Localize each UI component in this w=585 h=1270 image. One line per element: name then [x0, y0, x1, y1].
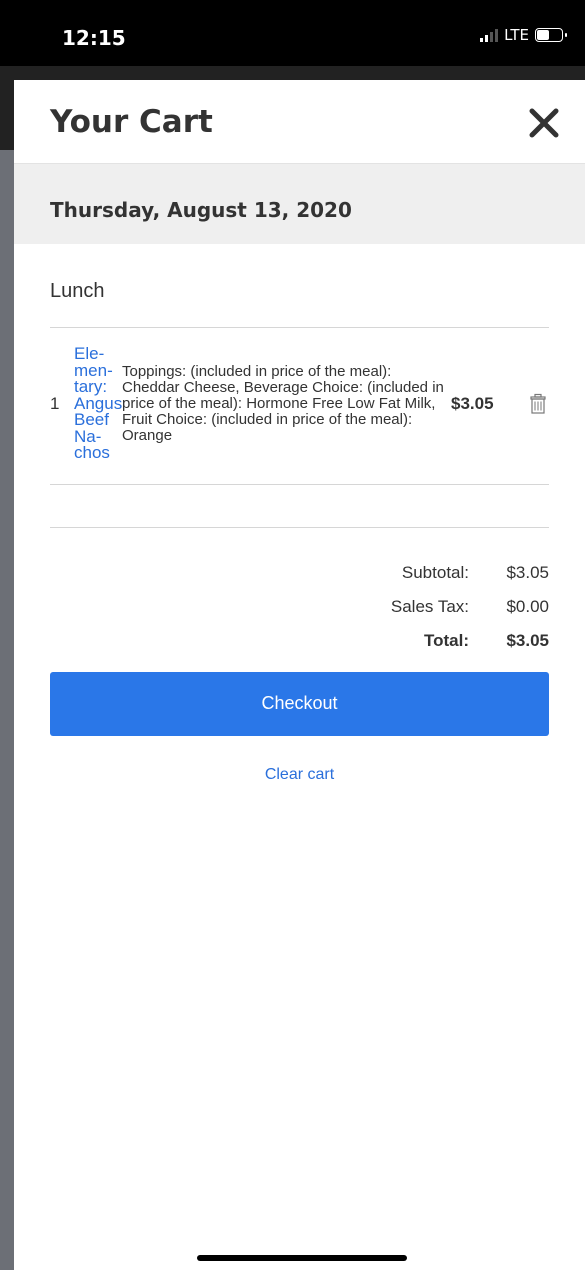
order-date: Thursday, August 13, 2020 [50, 198, 352, 222]
subtotal-value: $3.05 [506, 562, 549, 582]
status-indicators: LTE [480, 26, 567, 44]
total-value: $3.05 [506, 630, 549, 650]
cart-item: 1 Ele-men-tary: Angus Beef Na-chos Toppi… [50, 328, 549, 484]
trash-icon [530, 393, 546, 414]
item-quantity: 1 [50, 393, 60, 413]
close-icon [529, 108, 559, 138]
home-indicator[interactable] [197, 1255, 407, 1261]
date-bar: Thursday, August 13, 2020 [14, 164, 585, 244]
cart-modal: Your Cart Thursday, August 13, 2020 Lunc… [14, 80, 585, 1270]
tax-row: Sales Tax: $0.00 [50, 590, 549, 624]
clear-cart-link[interactable]: Clear cart [50, 766, 549, 784]
close-button[interactable] [527, 106, 561, 140]
modal-header: Your Cart [14, 80, 585, 164]
item-description: Toppings: (included in price of the meal… [122, 362, 444, 444]
delete-item-button[interactable] [527, 393, 549, 415]
cart-content: Lunch 1 Ele-men-tary: Angus Beef Na-chos… [14, 244, 585, 784]
tax-label: Sales Tax: [390, 596, 469, 616]
checkout-button[interactable]: Checkout [50, 671, 549, 736]
signal-icon [480, 28, 499, 42]
total-row: Total: $3.05 [50, 624, 549, 658]
subtotal-row: Subtotal: $3.05 [50, 556, 549, 590]
battery-icon [535, 28, 567, 42]
page-title: Your Cart [50, 104, 213, 140]
subtotal-label: Subtotal: [401, 562, 469, 582]
meal-label: Lunch [50, 280, 105, 302]
status-time: 12:15 [62, 26, 126, 50]
totals-section: Subtotal: $3.05 Sales Tax: $0.00 Total: … [50, 528, 549, 658]
item-name-link[interactable]: Ele-men-tary: Angus Beef Na-chos [74, 345, 122, 462]
item-price: $3.05 [451, 393, 494, 413]
network-label: LTE [504, 26, 529, 44]
status-bar: 12:15 LTE [0, 0, 585, 66]
tax-value: $0.00 [506, 596, 549, 616]
total-label: Total: [423, 630, 469, 650]
